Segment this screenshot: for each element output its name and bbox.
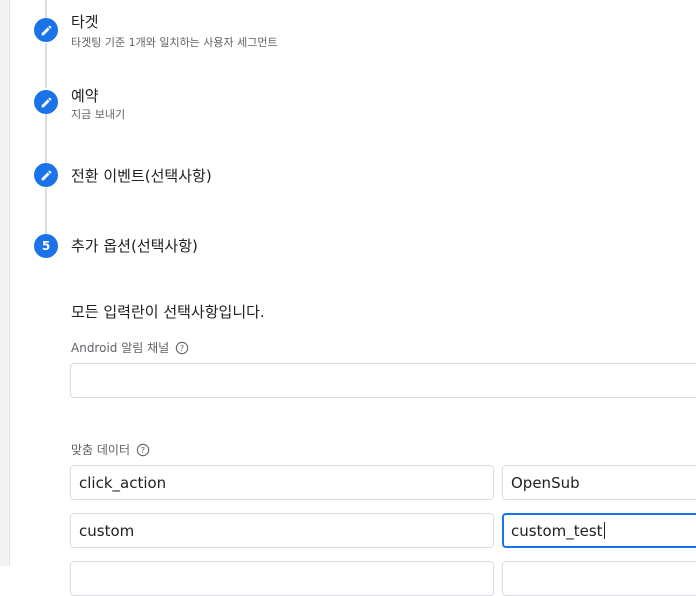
step-schedule-summary: 지금 보내기 (71, 108, 126, 121)
custom-data-value-input-focused[interactable]: custom_test (502, 513, 696, 548)
stepper-rail (45, 0, 47, 18)
custom-data-key-input-empty[interactable] (70, 561, 494, 596)
page-left-edge (0, 0, 10, 566)
svg-text:?: ? (180, 344, 184, 353)
custom-data-label-text: 맞춤 데이터 (71, 443, 131, 457)
step-target-summary: 타겟팅 기준 1개와 일치하는 사용자 세그먼트 (71, 36, 278, 49)
optional-fields-notice: 모든 입력란이 선택사항입니다. (71, 303, 265, 321)
stepper-rail (45, 43, 47, 88)
pencil-icon (41, 170, 51, 180)
custom-data-label: 맞춤 데이터 ? (71, 441, 150, 458)
svg-text:?: ? (141, 446, 145, 455)
stepper-rail (45, 188, 47, 234)
step-conversion-done-icon[interactable] (34, 163, 58, 187)
custom-data-key-input[interactable]: custom (70, 513, 494, 548)
custom-data-value-text: custom_test (511, 521, 603, 540)
help-icon[interactable]: ? (175, 341, 189, 355)
step-schedule-done-icon[interactable] (34, 90, 58, 114)
step-target-done-icon[interactable] (34, 18, 58, 42)
android-channel-label-text: Android 알림 채널 (71, 341, 170, 355)
step-number-badge: 5 (34, 234, 58, 258)
help-icon[interactable]: ? (136, 443, 150, 457)
pencil-icon (41, 97, 51, 107)
step-conversion-title[interactable]: 전환 이벤트(선택사항) (71, 165, 212, 186)
android-channel-input[interactable] (70, 363, 696, 398)
custom-data-key-input[interactable]: click_action (70, 465, 494, 500)
step-schedule-title[interactable]: 예약 (71, 85, 99, 106)
android-channel-label: Android 알림 채널 ? (71, 339, 189, 356)
pencil-icon (41, 25, 51, 35)
custom-data-value-input-empty[interactable] (502, 561, 696, 596)
stepper-rail (45, 114, 47, 163)
step-target-title[interactable]: 타겟 (71, 11, 99, 32)
custom-data-value-input[interactable]: OpenSub (502, 465, 696, 500)
text-cursor (603, 522, 605, 539)
step-additional-options-title[interactable]: 추가 옵션(선택사항) (71, 235, 198, 256)
